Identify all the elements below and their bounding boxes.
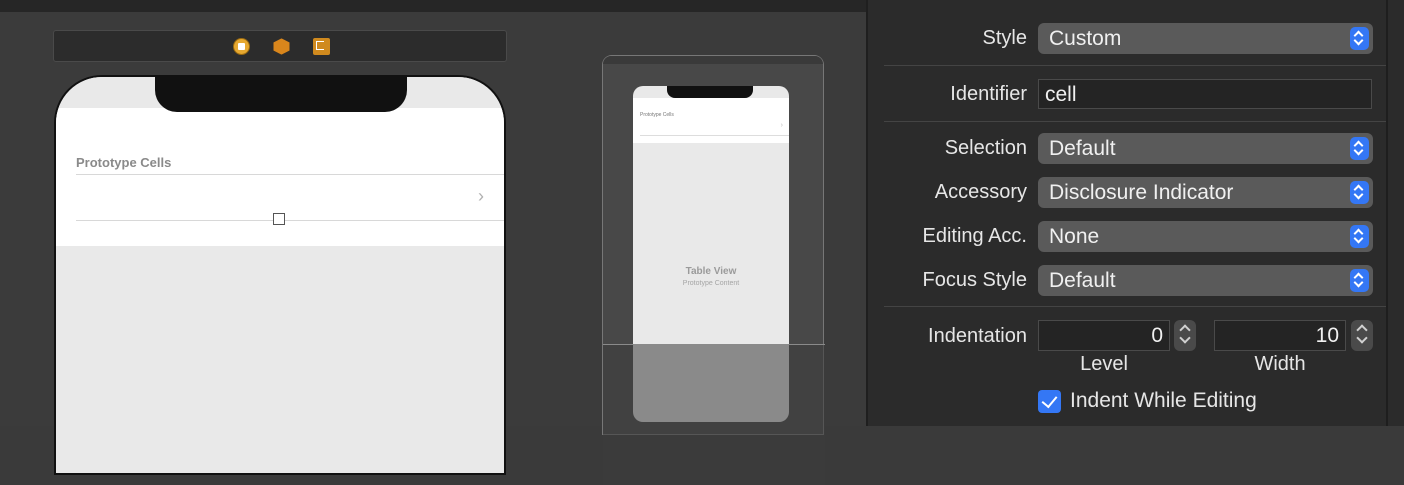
scene-dock bbox=[53, 30, 507, 62]
identifier-field[interactable]: cell bbox=[1038, 79, 1372, 109]
indentation-label: Indentation bbox=[928, 325, 1027, 347]
minimap-notch bbox=[667, 86, 753, 98]
view-controller-icon[interactable] bbox=[233, 38, 250, 55]
identifier-value: cell bbox=[1045, 83, 1077, 106]
indentation-level-field[interactable]: 0 bbox=[1038, 320, 1170, 351]
minimap-chevron-icon: › bbox=[780, 122, 783, 129]
first-responder-icon[interactable] bbox=[273, 38, 290, 55]
identifier-label: Identifier bbox=[950, 83, 1027, 105]
focus-style-label: Focus Style bbox=[922, 269, 1027, 291]
table-view-scene[interactable]: Prototype Cells › bbox=[54, 75, 506, 475]
style-popup[interactable]: Custom bbox=[1038, 23, 1373, 54]
device-notch bbox=[155, 77, 407, 112]
level-label: Level bbox=[1080, 353, 1128, 375]
storyboard-canvas[interactable]: Prototype Cells › Prototype Cells › Tabl… bbox=[0, 0, 866, 485]
minimap-cell-label: Prototype Cells bbox=[640, 112, 674, 118]
separator bbox=[884, 121, 1386, 122]
accessory-popup[interactable]: Disclosure Indicator bbox=[1038, 177, 1373, 208]
prototype-cells-header: Prototype Cells bbox=[76, 155, 172, 170]
minimap-table-view-title: Table View bbox=[685, 266, 737, 277]
indentation-level-stepper[interactable] bbox=[1174, 320, 1196, 351]
up-down-arrows-icon bbox=[1350, 27, 1369, 50]
up-down-arrows-icon bbox=[1350, 137, 1369, 160]
canvas-top-bar bbox=[0, 0, 866, 12]
up-down-arrows-icon bbox=[1350, 181, 1369, 204]
style-label: Style bbox=[982, 27, 1027, 49]
indentation-width-field[interactable]: 10 bbox=[1214, 320, 1346, 351]
separator bbox=[884, 65, 1386, 66]
up-down-arrows-icon bbox=[1350, 225, 1369, 248]
minimap-top-bar bbox=[603, 56, 823, 64]
indentation-level-value: 0 bbox=[1151, 324, 1163, 347]
accessory-value: Disclosure Indicator bbox=[1049, 181, 1234, 204]
table-view[interactable] bbox=[56, 108, 504, 246]
minimap-prototype-content: Prototype Content bbox=[682, 280, 740, 287]
indent-while-editing-label[interactable]: Indent While Editing bbox=[1070, 389, 1257, 413]
minimap-viewport-overlay[interactable] bbox=[603, 344, 825, 485]
minimap-frame[interactable]: Prototype Cells › Table View Prototype C… bbox=[602, 55, 825, 485]
editing-acc-popup[interactable]: None bbox=[1038, 221, 1373, 252]
accessory-label: Accessory bbox=[934, 181, 1027, 203]
cell-resize-handle[interactable] bbox=[273, 213, 285, 225]
selection-label: Selection bbox=[944, 137, 1027, 159]
separator bbox=[884, 306, 1386, 307]
indentation-width-value: 10 bbox=[1315, 324, 1339, 347]
up-down-arrows-icon bbox=[1350, 269, 1369, 292]
focus-style-value: Default bbox=[1049, 269, 1116, 292]
style-value: Custom bbox=[1049, 27, 1122, 50]
indent-while-editing-checkbox[interactable] bbox=[1038, 390, 1061, 413]
cell-separator-top bbox=[76, 174, 504, 175]
inspector-scroll-strip[interactable] bbox=[1388, 0, 1404, 426]
selection-popup[interactable]: Default bbox=[1038, 133, 1373, 164]
focus-style-popup[interactable]: Default bbox=[1038, 265, 1373, 296]
selection-value: Default bbox=[1049, 137, 1116, 160]
indentation-width-stepper[interactable] bbox=[1351, 320, 1373, 351]
exit-icon[interactable] bbox=[313, 38, 330, 55]
editing-acc-value: None bbox=[1049, 225, 1100, 248]
editing-acc-label: Editing Acc. bbox=[922, 225, 1027, 247]
minimap-table bbox=[633, 98, 789, 143]
cell-separator-bottom bbox=[76, 220, 504, 221]
minimap-separator bbox=[640, 135, 789, 136]
disclosure-indicator-icon: › bbox=[478, 186, 484, 206]
width-label: Width bbox=[1254, 353, 1306, 375]
